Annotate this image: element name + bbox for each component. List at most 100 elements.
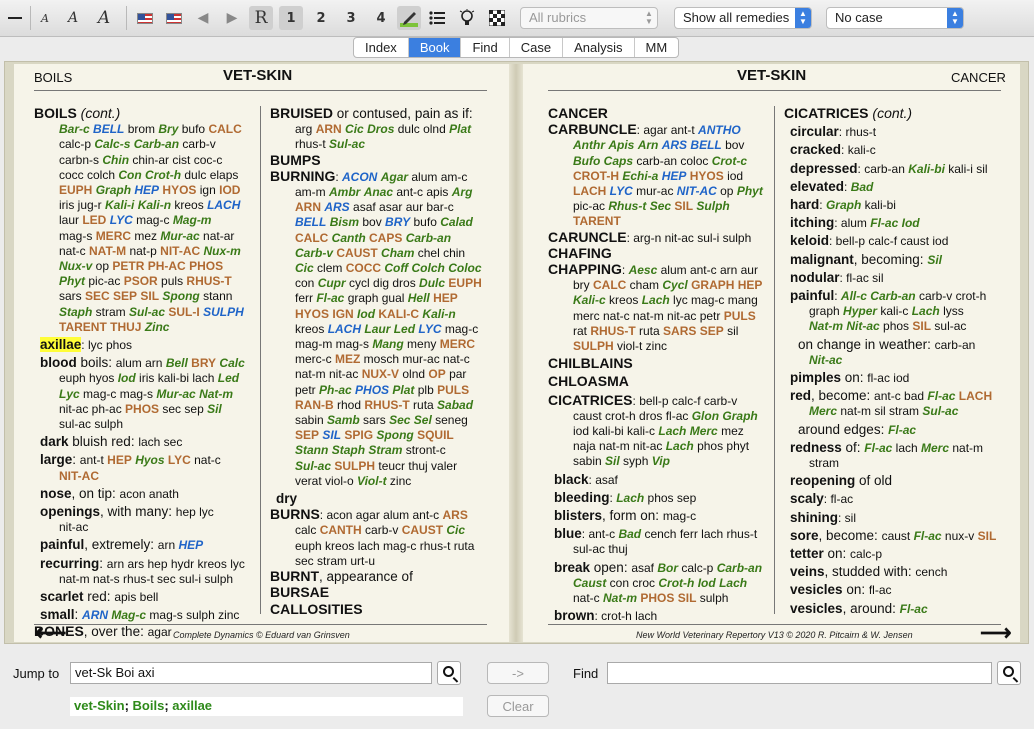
rubric-small[interactable]: small bbox=[40, 607, 75, 622]
rubric-recurring[interactable]: recurring bbox=[40, 556, 99, 571]
rubric-dark[interactable]: dark bbox=[40, 434, 69, 449]
rubric-vesicles[interactable]: vesicles bbox=[790, 582, 843, 597]
rubric-blood[interactable]: blood bbox=[40, 355, 77, 370]
find-input[interactable] bbox=[607, 662, 992, 684]
next-page-arrow-icon[interactable]: ⟶ bbox=[980, 622, 1012, 644]
column-4: CICATRICES (cont.) circular: rhus-t crac… bbox=[784, 105, 997, 616]
jump-search-button[interactable] bbox=[437, 661, 461, 685]
right-footer: New World Veterinary Repertory V13 © 202… bbox=[636, 630, 913, 640]
rubric-elevated[interactable]: elevated bbox=[790, 179, 844, 194]
rubric-around-edges[interactable]: around edges: bbox=[798, 422, 888, 437]
rubric-veins[interactable]: veins bbox=[790, 564, 825, 579]
rubric-itching[interactable]: itching bbox=[790, 215, 834, 230]
rubric-chapping[interactable]: CHAPPING bbox=[548, 261, 622, 277]
rubric-break[interactable]: break bbox=[554, 560, 590, 575]
rubric-weather-change[interactable]: on change in weather: bbox=[798, 337, 935, 352]
rubric-cicatrices[interactable]: CICATRICES bbox=[548, 392, 633, 408]
rubric-chafing[interactable]: CHAFING bbox=[548, 245, 612, 261]
minus-icon[interactable] bbox=[4, 6, 26, 30]
book-view: BOILS VET-SKIN VET-SKIN CANCER Complete … bbox=[4, 61, 1029, 644]
rubric-axillae-selected[interactable]: axillae bbox=[40, 337, 82, 353]
header-rule bbox=[34, 90, 487, 91]
tab-index[interactable]: Index bbox=[354, 38, 409, 57]
rubric-bleeding[interactable]: bleeding bbox=[554, 490, 610, 505]
forward-triangle-icon[interactable]: ▶ bbox=[221, 6, 243, 30]
rubric-dry[interactable]: dry bbox=[276, 491, 297, 506]
jump-to-input[interactable]: vet-Sk Boi axi bbox=[70, 662, 432, 684]
grid-icon[interactable] bbox=[485, 6, 509, 30]
level-3-button[interactable]: 3 bbox=[339, 6, 363, 30]
font-medium-button[interactable]: A bbox=[62, 6, 84, 30]
rubric-callosities[interactable]: CALLOSITIES bbox=[270, 601, 363, 617]
rubric-painful[interactable]: painful bbox=[790, 288, 834, 303]
rubric-large[interactable]: large bbox=[40, 452, 72, 467]
font-small-button[interactable]: A bbox=[34, 6, 56, 30]
toolbar: A A A ◀ ▶ R 1 2 3 4 All rubrics ▲ ▼ Show a… bbox=[0, 0, 1034, 37]
remedies-select[interactable]: Show all remedies ▲ ▼ bbox=[674, 7, 812, 29]
rubric-openings[interactable]: openings bbox=[40, 504, 100, 519]
rubric-vesicles-around[interactable]: vesicles bbox=[790, 601, 843, 616]
tab-find[interactable]: Find bbox=[461, 38, 510, 57]
rubric-tetter[interactable]: tetter bbox=[790, 546, 824, 561]
back-triangle-icon[interactable]: ◀ bbox=[192, 6, 214, 30]
rubric-cicatrices-cont[interactable]: CICATRICES (cont.) bbox=[784, 105, 912, 121]
tab-analysis[interactable]: Analysis bbox=[563, 38, 635, 57]
font-large-button[interactable]: A bbox=[92, 6, 116, 30]
rubric-nodular[interactable]: nodular bbox=[790, 270, 840, 285]
rubric-scaly[interactable]: scaly bbox=[790, 491, 824, 506]
case-select[interactable]: No case ▲ ▼ bbox=[826, 7, 964, 29]
rubric-circular[interactable]: circular bbox=[790, 124, 839, 139]
level-2-button[interactable]: 2 bbox=[309, 6, 333, 30]
r-button[interactable]: R bbox=[249, 6, 273, 30]
rubric-burns[interactable]: BURNS bbox=[270, 506, 320, 522]
tab-case[interactable]: Case bbox=[510, 38, 564, 57]
rubric-cancer[interactable]: CANCER bbox=[548, 105, 608, 121]
rubric-bursae[interactable]: BURSAE bbox=[270, 584, 329, 600]
us-flag-icon[interactable] bbox=[163, 6, 185, 30]
tab-mm[interactable]: MM bbox=[635, 38, 679, 57]
rubric-sore[interactable]: sore bbox=[790, 528, 819, 543]
list-icon[interactable] bbox=[425, 6, 449, 30]
rubric-caruncle[interactable]: CARUNCLE bbox=[548, 229, 627, 245]
rubric-redness[interactable]: redness bbox=[790, 440, 842, 455]
clear-button[interactable]: Clear bbox=[487, 695, 549, 717]
rubric-depressed[interactable]: depressed bbox=[790, 161, 858, 176]
rubric-malignant[interactable]: malignant bbox=[790, 252, 854, 267]
book-spine bbox=[509, 64, 523, 642]
rubric-brown[interactable]: brown bbox=[554, 608, 595, 623]
rubric-blue[interactable]: blue bbox=[554, 526, 582, 541]
rubric-reopening[interactable]: reopening bbox=[790, 473, 855, 488]
rubrics-select[interactable]: All rubrics ▲ ▼ bbox=[520, 7, 658, 29]
find-search-button[interactable] bbox=[997, 661, 1021, 685]
rubric-scarlet[interactable]: scarlet bbox=[40, 589, 84, 604]
bulb-icon[interactable] bbox=[455, 6, 479, 30]
rubric-nose[interactable]: nose bbox=[40, 486, 72, 501]
rubric-pimples[interactable]: pimples bbox=[790, 370, 841, 385]
rubric-painful[interactable]: painful bbox=[40, 537, 84, 552]
us-flag-icon[interactable] bbox=[134, 6, 156, 30]
breadcrumb-chapter[interactable]: Boils bbox=[133, 698, 165, 713]
rubric-bumps[interactable]: BUMPS bbox=[270, 152, 321, 168]
pen-icon[interactable] bbox=[397, 6, 421, 30]
rubric-red[interactable]: red bbox=[790, 388, 811, 403]
rubric-cracked[interactable]: cracked bbox=[790, 142, 841, 157]
tab-book[interactable]: Book bbox=[408, 38, 462, 57]
rubric-bones[interactable]: BONES bbox=[34, 623, 84, 639]
breadcrumb-book[interactable]: vet-Skin bbox=[74, 698, 125, 713]
rubric-carbuncle[interactable]: CARBUNCLE bbox=[548, 121, 637, 137]
rubric-boils[interactable]: BOILS (cont.) bbox=[34, 105, 120, 121]
level-4-button[interactable]: 4 bbox=[369, 6, 393, 30]
rubric-shining[interactable]: shining bbox=[790, 510, 838, 525]
breadcrumb-rubric[interactable]: axillae bbox=[172, 698, 212, 713]
rubric-hard[interactable]: hard bbox=[790, 197, 819, 212]
rubric-chloasma[interactable]: CHLOASMA bbox=[548, 373, 629, 389]
rubric-burnt[interactable]: BURNT bbox=[270, 568, 319, 584]
rubric-bruised[interactable]: BRUISED bbox=[270, 105, 333, 121]
rubric-burning[interactable]: BURNING bbox=[270, 168, 335, 184]
level-1-button[interactable]: 1 bbox=[279, 6, 303, 30]
rubric-black[interactable]: black bbox=[554, 472, 589, 487]
rubric-keloid[interactable]: keloid bbox=[790, 233, 829, 248]
rubric-blisters[interactable]: blisters bbox=[554, 508, 602, 523]
rubric-chilblains[interactable]: CHILBLAINS bbox=[548, 355, 633, 371]
go-button[interactable]: -> bbox=[487, 662, 549, 684]
